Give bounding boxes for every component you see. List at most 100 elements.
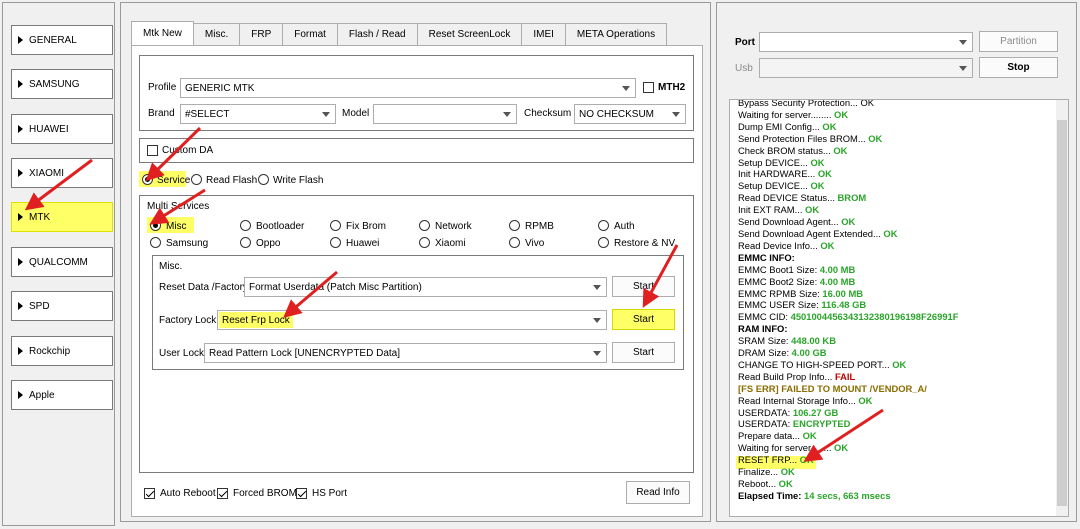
- log-segment: Read Build Prop Info...: [738, 370, 835, 382]
- log-segment: Setup DEVICE...: [738, 156, 811, 168]
- user-lock-start-button[interactable]: Start: [612, 342, 675, 363]
- mth2-label: MTH2: [658, 82, 686, 93]
- auth-radio[interactable]: [598, 220, 609, 231]
- factory-lock-label: Factory Lock: [159, 315, 217, 326]
- sidebar-item-mtk[interactable]: MTK: [11, 202, 113, 232]
- user-lock-select[interactable]: Read Pattern Lock [UNENCRYPTED Data]: [204, 343, 607, 363]
- tab-meta-operations[interactable]: META Operations: [564, 23, 668, 45]
- auto-reboot-checkbox[interactable]: [144, 488, 155, 499]
- oppo-radio[interactable]: [240, 237, 251, 248]
- sidebar-item-qualcomm[interactable]: QUALCOMM: [11, 247, 113, 277]
- auth-label: Auth: [614, 221, 635, 232]
- network-radio[interactable]: [419, 220, 430, 231]
- triangle-icon: [18, 213, 23, 221]
- brand-label: Brand: [148, 108, 175, 119]
- read-flash-radio[interactable]: [191, 174, 202, 185]
- log-line: Check BROM status... OK: [738, 145, 958, 157]
- port-select[interactable]: [759, 32, 973, 52]
- log-segment: BROM: [837, 192, 867, 204]
- log-segment: OK: [834, 108, 849, 120]
- checksum-select[interactable]: NO CHECKSUM: [574, 104, 686, 124]
- fix-brom-radio[interactable]: [330, 220, 341, 231]
- samsung-label: Samsung: [166, 238, 209, 249]
- log-panel: Bypass Security Protection... OK Waiting …: [729, 99, 1069, 517]
- log-segment: OK: [780, 466, 795, 478]
- log-scrollbar-thumb[interactable]: [1057, 120, 1067, 506]
- log-line: EMMC INFO:: [738, 252, 958, 264]
- triangle-icon: [18, 36, 23, 44]
- bootloader-radio[interactable]: [240, 220, 251, 231]
- log-line: Read Internal Storage Info... OK: [738, 395, 958, 407]
- stop-button[interactable]: Stop: [979, 57, 1058, 78]
- restore-nv-radio[interactable]: [598, 237, 609, 248]
- log-segment: 4.00 GB: [791, 347, 827, 359]
- network-label: Network: [435, 221, 472, 232]
- service-radio[interactable]: [142, 174, 153, 185]
- sidebar-item-rockchip[interactable]: Rockchip: [11, 336, 113, 366]
- sidebar-item-spd[interactable]: SPD: [11, 291, 113, 321]
- log-line: Bypass Security Protection... OK: [738, 100, 958, 109]
- forced-brom-checkbox[interactable]: [217, 488, 228, 499]
- multi-services-group: Multi Services Misc Bootloader Fix Brom …: [139, 195, 694, 473]
- misc-group-title: Misc.: [159, 261, 183, 272]
- write-flash-radio[interactable]: [258, 174, 269, 185]
- bootloader-label: Bootloader: [256, 221, 305, 232]
- read-info-button[interactable]: Read Info: [626, 481, 690, 504]
- model-select[interactable]: [373, 104, 517, 124]
- log-segment: [FS ERR] FAILED TO MOUNT /VENDOR_A/: [738, 382, 927, 394]
- multi-services-title: Multi Services: [147, 201, 210, 212]
- custom-da-label: Custom DA: [162, 145, 214, 156]
- rpmb-radio[interactable]: [509, 220, 520, 231]
- huawei-radio[interactable]: [330, 237, 341, 248]
- log-segment: Elapsed Time:: [738, 489, 804, 501]
- tab-frp[interactable]: FRP: [239, 23, 284, 45]
- sidebar-item-samsung[interactable]: SAMSUNG: [11, 69, 113, 99]
- usb-select[interactable]: [759, 58, 973, 78]
- right-panel: Port Partition Usb Stop Bypass Security …: [716, 2, 1077, 522]
- tab-format[interactable]: Format: [282, 23, 338, 45]
- partition-button[interactable]: Partition: [979, 31, 1058, 52]
- hs-port-checkbox[interactable]: [296, 488, 307, 499]
- hs-port-label: HS Port: [312, 488, 348, 499]
- log-segment: Finalize...: [738, 466, 781, 478]
- samsung-radio[interactable]: [150, 237, 161, 248]
- misc-radio[interactable]: [150, 220, 161, 231]
- log-segment: Send Download Agent...: [738, 216, 842, 228]
- log-line: Dump EMI Config... OK: [738, 121, 958, 133]
- reset-data-start-button[interactable]: Start: [612, 276, 675, 297]
- vivo-radio[interactable]: [509, 237, 520, 248]
- log-line: Setup DEVICE... OK: [738, 157, 958, 169]
- tab-imei[interactable]: IMEI: [521, 23, 566, 45]
- tab-reset-screenlock[interactable]: Reset ScreenLock: [416, 23, 523, 45]
- brand-select[interactable]: #SELECT: [180, 104, 336, 124]
- tab-misc[interactable]: Misc.: [192, 23, 241, 45]
- log-line: Waiting for server........ OK: [738, 442, 958, 454]
- factory-lock-start-button[interactable]: Start: [612, 309, 675, 330]
- port-label: Port: [735, 37, 755, 48]
- mth2-checkbox[interactable]: [643, 82, 654, 93]
- chevron-down-icon: [593, 351, 601, 356]
- factory-lock-select[interactable]: Reset Frp Lock: [217, 310, 607, 330]
- log-line: RESET FRP... OK: [738, 454, 958, 466]
- log-segment: EMMC INFO:: [738, 251, 795, 263]
- sidebar-item-huawei[interactable]: HUAWEI: [11, 114, 113, 144]
- log-segment: OK: [799, 454, 814, 466]
- reset-data-select[interactable]: Format Userdata (Patch Misc Partition): [244, 277, 607, 297]
- log-segment: OK: [892, 358, 907, 370]
- model-label: Model: [342, 108, 370, 119]
- chevron-down-icon: [322, 112, 330, 117]
- xiaomi-radio[interactable]: [419, 237, 430, 248]
- log-line: Send Download Agent... OK: [738, 216, 958, 228]
- log-segment: 4501004456343132380196198F26991F: [790, 311, 959, 323]
- chevron-down-icon: [622, 86, 630, 91]
- tab-flash-read[interactable]: Flash / Read: [336, 23, 418, 45]
- sidebar-item-apple[interactable]: Apple: [11, 380, 113, 410]
- log-line: Waiting for server........ OK: [738, 109, 958, 121]
- log-scrollbar[interactable]: [1056, 100, 1068, 516]
- log-segment: 4.00 MB: [819, 263, 856, 275]
- sidebar-item-general[interactable]: GENERAL: [11, 25, 113, 55]
- custom-da-checkbox[interactable]: [147, 145, 158, 156]
- profile-select[interactable]: GENERIC MTK: [180, 78, 636, 98]
- sidebar-item-xiaomi[interactable]: XIAOMI: [11, 158, 113, 188]
- tab-mtk-new[interactable]: Mtk New: [131, 21, 194, 45]
